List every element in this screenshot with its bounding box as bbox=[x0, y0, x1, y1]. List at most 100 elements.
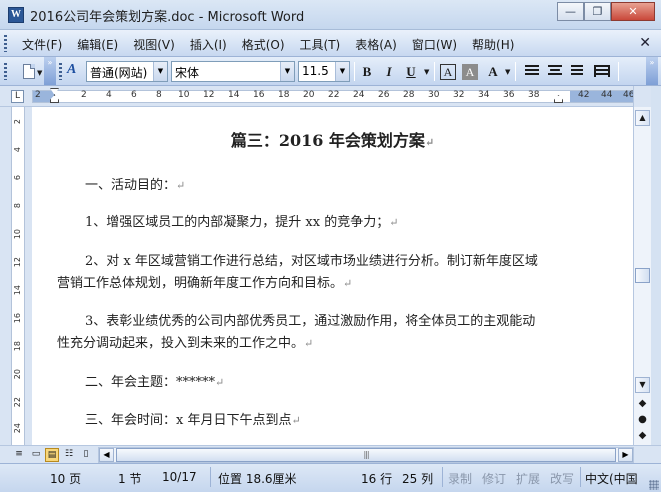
italic-button[interactable]: I bbox=[380, 62, 398, 81]
status-column: 25 列 bbox=[402, 472, 434, 486]
toolbar-separator-3 bbox=[515, 62, 516, 81]
resize-grip-icon[interactable] bbox=[649, 480, 659, 490]
minimize-button[interactable]: — bbox=[557, 2, 584, 21]
font-size-select[interactable]: 11.5 ▼ bbox=[298, 61, 350, 82]
status-position: 位置 18.6厘米 bbox=[218, 472, 297, 486]
styles-formatting-icon[interactable]: A bbox=[67, 62, 76, 78]
paragraph-line: 性充分调动起来，投入到未来的工作之中。 bbox=[57, 336, 305, 351]
paragraph-line: 三、年会时间：x 年月日下午点到点 bbox=[85, 413, 292, 428]
vruler-number: 18 bbox=[13, 341, 22, 352]
menu-help[interactable]: 帮助(H) bbox=[472, 36, 514, 53]
document-close-icon[interactable]: ✕ bbox=[639, 35, 651, 51]
paragraph: 3、表彰业绩优秀的公司内部优秀员工，通过激励作用，将全体员工的主观能动 性充分调… bbox=[57, 311, 577, 355]
horizontal-scrollbar[interactable]: ◀ ||| ▶ bbox=[98, 447, 634, 463]
style-select[interactable]: 普通(网站) ▼ bbox=[86, 61, 168, 82]
vertical-scroll-thumb[interactable] bbox=[635, 268, 650, 283]
document-page[interactable]: 篇三：2016 年会策划方案↵ 一、活动目的：↵ 1、增强区域员工的内部凝聚力，… bbox=[32, 107, 633, 445]
font-size-arrow-icon[interactable]: ▼ bbox=[335, 62, 349, 81]
paragraph-mark-icon: ↵ bbox=[215, 376, 225, 389]
reading-layout-view-icon[interactable]: ▯ bbox=[79, 448, 93, 462]
maximize-button[interactable]: ❐ bbox=[584, 2, 611, 21]
outline-view-icon[interactable]: ☷ bbox=[62, 448, 76, 462]
menu-insert[interactable]: 插入(I) bbox=[190, 36, 227, 53]
ruler-number: 4 bbox=[106, 90, 112, 100]
status-extend-selection[interactable]: 扩展 bbox=[516, 470, 540, 487]
font-select[interactable]: 宋体 ▼ bbox=[171, 61, 295, 82]
close-button[interactable]: ✕ bbox=[611, 2, 655, 21]
formatting-toolbar: ▼ » A 普通(网站) ▼ 宋体 ▼ 11.5 ▼ B I U ▼ A A A… bbox=[0, 57, 661, 86]
scroll-up-button[interactable]: ▲ bbox=[635, 110, 650, 126]
paragraph: 2、对 x 年区域营销工作进行总结，对区域市场业绩进行分析。制订新年度区域 营销… bbox=[57, 251, 577, 295]
vertical-ruler: 2 4 6 8 10 12 14 16 18 20 22 24 bbox=[0, 107, 32, 445]
paragraph-mark-icon: ↵ bbox=[343, 277, 353, 290]
new-document-dropdown-icon[interactable]: ▼ bbox=[37, 69, 42, 77]
ruler-number: 8 bbox=[156, 90, 162, 100]
align-center-icon[interactable] bbox=[548, 65, 562, 77]
status-record-macro[interactable]: 录制 bbox=[448, 470, 472, 487]
toolbar-grip-handle-2[interactable] bbox=[59, 63, 62, 80]
status-overtype[interactable]: 改写 bbox=[550, 470, 574, 487]
status-language[interactable]: 中文(中国 bbox=[585, 470, 638, 487]
ruler-strip[interactable]: 2 2 4 6 8 10 12 14 16 18 20 22 24 26 28 … bbox=[32, 90, 636, 103]
toolbar-overflow-chevron-right[interactable]: » bbox=[646, 57, 658, 85]
vruler-number: 12 bbox=[13, 257, 22, 268]
ruler-number: 10 bbox=[178, 90, 190, 100]
scroll-right-button[interactable]: ▶ bbox=[618, 448, 633, 462]
underline-dropdown-icon[interactable]: ▼ bbox=[424, 68, 429, 76]
align-right-icon[interactable] bbox=[571, 65, 583, 77]
menu-view[interactable]: 视图(V) bbox=[133, 36, 175, 53]
tab-selector-button[interactable]: L bbox=[11, 90, 24, 103]
menu-format[interactable]: 格式(O) bbox=[242, 36, 285, 53]
paragraph: 三、年会时间：x 年月日下午点到点↵ bbox=[57, 410, 577, 432]
menu-edit[interactable]: 编辑(E) bbox=[77, 36, 118, 53]
ruler-number: 16 bbox=[253, 90, 265, 100]
ruler-number: 32 bbox=[453, 90, 465, 100]
normal-view-icon[interactable]: ≡ bbox=[12, 448, 26, 462]
paragraph-line: 2、对 x 年区域营销工作进行总结，对区域市场业绩进行分析。制订新年度区域 bbox=[85, 254, 538, 269]
window-controls: — ❐ ✕ bbox=[557, 2, 655, 21]
toolbar-overflow-chevron[interactable]: » bbox=[44, 57, 56, 85]
ruler-toggle-area bbox=[634, 86, 651, 107]
toolbar-separator bbox=[354, 62, 355, 81]
style-select-arrow-icon[interactable]: ▼ bbox=[153, 62, 167, 81]
ruler-number: 42 bbox=[578, 90, 590, 100]
underline-button[interactable]: U bbox=[402, 62, 420, 81]
horizontal-ruler: L 2 2 4 6 8 10 12 14 16 18 20 22 24 26 2… bbox=[0, 86, 661, 107]
ruler-number: 6 bbox=[131, 90, 137, 100]
status-track-changes[interactable]: 修订 bbox=[482, 470, 506, 487]
vruler-number: 6 bbox=[13, 175, 22, 181]
scroll-down-button[interactable]: ▼ bbox=[635, 377, 650, 393]
new-document-icon[interactable] bbox=[23, 64, 35, 79]
highlight-dropdown-icon[interactable]: ▼ bbox=[505, 68, 510, 76]
menu-file[interactable]: 文件(F) bbox=[22, 36, 62, 53]
ruler-number: 2 bbox=[81, 90, 87, 100]
highlight-icon[interactable]: A bbox=[484, 62, 502, 81]
character-border-button[interactable]: A bbox=[440, 64, 456, 80]
word-app-icon[interactable]: W bbox=[8, 7, 24, 23]
scroll-left-button[interactable]: ◀ bbox=[99, 448, 114, 462]
print-layout-view-icon[interactable]: ▤ bbox=[45, 448, 59, 462]
align-justify-icon[interactable] bbox=[525, 65, 539, 77]
paragraph-line: 3、表彰业绩优秀的公司内部优秀员工，通过激励作用，将全体员工的主观能动 bbox=[85, 314, 536, 329]
menu-table[interactable]: 表格(A) bbox=[355, 36, 397, 53]
distributed-align-icon[interactable] bbox=[594, 65, 610, 77]
horizontal-scroll-row: ≡ ▭ ▤ ☷ ▯ ◀ ||| ▶ bbox=[0, 445, 661, 463]
paragraph-mark-icon: ↵ bbox=[291, 414, 301, 427]
character-shading-button[interactable]: A bbox=[462, 64, 478, 80]
ruler-number: 22 bbox=[328, 90, 340, 100]
next-page-icon[interactable]: ◆ bbox=[637, 430, 648, 442]
web-layout-view-icon[interactable]: ▭ bbox=[29, 448, 43, 462]
vertical-scrollbar[interactable]: ▲ ▼ ◆ ● ◆ bbox=[633, 86, 651, 445]
toolbar-separator-2 bbox=[434, 62, 435, 81]
select-browse-object-icon[interactable]: ● bbox=[637, 414, 648, 426]
menu-tools[interactable]: 工具(T) bbox=[300, 36, 341, 53]
bold-button[interactable]: B bbox=[358, 62, 376, 81]
menu-window[interactable]: 窗口(W) bbox=[412, 36, 457, 53]
menu-grip-handle[interactable] bbox=[4, 35, 7, 52]
horizontal-scroll-thumb[interactable]: ||| bbox=[116, 448, 616, 462]
vertical-ruler-strip[interactable]: 2 4 6 8 10 12 14 16 18 20 22 24 bbox=[11, 107, 25, 445]
font-select-arrow-icon[interactable]: ▼ bbox=[280, 62, 294, 81]
previous-page-icon[interactable]: ◆ bbox=[637, 398, 648, 410]
toolbar-grip-handle[interactable] bbox=[4, 63, 7, 80]
vruler-number: 14 bbox=[13, 285, 22, 296]
